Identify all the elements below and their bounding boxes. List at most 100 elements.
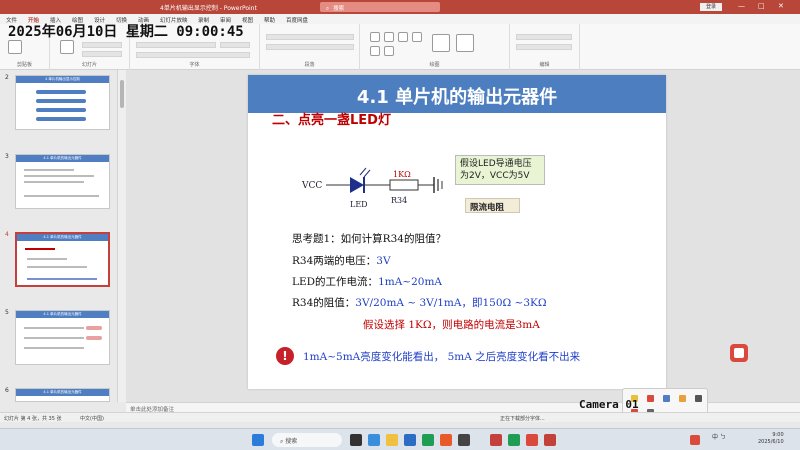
mail-icon[interactable] bbox=[404, 434, 416, 446]
thumb-item bbox=[86, 326, 102, 330]
quick-styles-button[interactable] bbox=[456, 34, 474, 52]
taskbar-search[interactable]: ⌕ 搜索 bbox=[272, 433, 342, 447]
tab-baidu[interactable]: 百度网盘 bbox=[286, 16, 308, 24]
thumbnail-slide-2[interactable]: 4 单片机输出显示控制 bbox=[15, 75, 110, 130]
thumb-number: 4 bbox=[5, 231, 9, 238]
current-prefix: LED的工作电流： bbox=[292, 276, 379, 288]
tray-app-icon[interactable] bbox=[690, 435, 700, 445]
warning-text: 1mA~5mA亮度变化能看出， 5mA 之后亮度变化看不出来 bbox=[303, 351, 581, 363]
app-icon[interactable] bbox=[544, 434, 556, 446]
close-button[interactable]: ✕ bbox=[778, 2, 784, 10]
thumb-line bbox=[24, 195, 99, 197]
thumb-line bbox=[24, 327, 84, 329]
current-line: LED的工作电流：1mA~20mA bbox=[292, 274, 442, 289]
paste-button[interactable] bbox=[8, 40, 22, 54]
voltage-prefix: R34两端的电压： bbox=[292, 255, 377, 267]
resistor-name: R34 bbox=[391, 196, 407, 205]
thumb-title: 4 单片机输出显示控制 bbox=[16, 76, 109, 83]
section-button[interactable] bbox=[82, 51, 122, 57]
group-label: 字体 bbox=[189, 62, 200, 68]
find-button[interactable] bbox=[516, 34, 572, 40]
voltage-value: 3V bbox=[376, 255, 391, 267]
resistor-value: 1KΩ bbox=[393, 170, 411, 179]
app-icon[interactable] bbox=[458, 434, 470, 446]
thumb-number: 6 bbox=[5, 387, 9, 394]
task-view-icon[interactable] bbox=[350, 434, 362, 446]
minimize-button[interactable]: — bbox=[738, 2, 745, 10]
thumb-line bbox=[24, 175, 94, 177]
thumb-line bbox=[27, 266, 87, 268]
group-label: 绘图 bbox=[429, 62, 440, 68]
arrange-button[interactable] bbox=[432, 34, 450, 52]
warning-icon: ! bbox=[276, 347, 294, 365]
led-label: LED bbox=[350, 200, 368, 209]
title-bar: 4单片机输出显示控制 - PowerPoint ⌕ 搜索 登录 — □ ✕ bbox=[0, 0, 800, 14]
tab-help[interactable]: 帮助 bbox=[264, 16, 275, 24]
thumb-title: 4.1 单片机的输出元器件 bbox=[16, 389, 109, 396]
slide-subtitle: 二、点亮一盏LED灯 bbox=[272, 113, 391, 128]
group-label: 剪贴板 bbox=[16, 62, 32, 68]
start-icon[interactable] bbox=[252, 434, 264, 446]
replace-button[interactable] bbox=[516, 44, 572, 50]
drawing-group: 绘图 bbox=[360, 24, 510, 70]
tray-clock[interactable]: 9:00 2025/6/10 bbox=[758, 432, 784, 446]
explorer-icon[interactable] bbox=[386, 434, 398, 446]
app-icon[interactable] bbox=[508, 434, 520, 446]
toolbar-icon[interactable] bbox=[695, 395, 702, 402]
shape-star-icon[interactable] bbox=[384, 46, 394, 56]
toolbar-icon[interactable] bbox=[679, 395, 686, 402]
app-icon[interactable] bbox=[526, 434, 538, 446]
voltage-line: R34两端的电压：3V bbox=[292, 253, 391, 268]
taskbar-search-label: 搜索 bbox=[285, 438, 298, 445]
thumb-line bbox=[24, 347, 84, 349]
powerpoint-icon[interactable] bbox=[490, 434, 502, 446]
shape-rect-icon[interactable] bbox=[370, 32, 380, 42]
search-box[interactable]: ⌕ 搜索 bbox=[320, 2, 440, 12]
status-bar: 幻灯片 第 4 张，共 35 张 中文(中国) 正在下载部分字体... bbox=[0, 412, 800, 422]
font-format-buttons[interactable] bbox=[136, 52, 250, 58]
datetime-overlay: 2025年06月10日 星期二 09:00:45 bbox=[8, 24, 244, 40]
tray-ime[interactable]: 中 ㄅ bbox=[712, 432, 726, 441]
shape-oval-icon[interactable] bbox=[398, 32, 408, 42]
toolbar-icon[interactable] bbox=[647, 395, 654, 402]
thumbnail-slide-6[interactable]: 4.1 单片机的输出元器件 bbox=[15, 388, 110, 402]
font-size-select[interactable] bbox=[220, 42, 250, 48]
thumb-number: 2 bbox=[5, 74, 9, 81]
toolbar-icon[interactable] bbox=[663, 395, 670, 402]
shape-arrow-icon[interactable] bbox=[412, 32, 422, 42]
app-icon[interactable] bbox=[440, 434, 452, 446]
thumb-line bbox=[27, 278, 97, 280]
group-label: 段落 bbox=[304, 62, 315, 68]
maximize-button[interactable]: □ bbox=[758, 2, 765, 10]
search-placeholder: 搜索 bbox=[333, 6, 345, 12]
thumbnail-slide-3[interactable]: 4.1 单片机的输出元器件 bbox=[15, 154, 110, 209]
align-buttons[interactable] bbox=[266, 44, 354, 50]
slide-count: 幻灯片 第 4 张，共 35 张 bbox=[4, 416, 62, 422]
question-text: 思考题1：如何计算R34的阻值？ bbox=[292, 233, 446, 245]
taskbar: ⌕ 搜索 中 ㄅ 9:00 2025/6/10 bbox=[0, 428, 800, 450]
new-slide-button[interactable] bbox=[60, 40, 74, 54]
resistor-symbol bbox=[389, 179, 419, 191]
resistance-line: R34的阻值：3V/20mA ~ 3V/1mA，即150Ω ~3KΩ bbox=[292, 295, 547, 310]
thumb-item bbox=[36, 99, 86, 103]
font-name-select[interactable] bbox=[136, 42, 216, 48]
shape-line-icon[interactable] bbox=[384, 32, 394, 42]
thumbnail-slide-5[interactable]: 4.1 单片机的输出元器件 bbox=[15, 310, 110, 365]
floating-app-icon[interactable] bbox=[730, 344, 748, 362]
shape-triangle-icon[interactable] bbox=[370, 46, 380, 56]
language-status[interactable]: 中文(中国) bbox=[80, 415, 104, 422]
login-button[interactable]: 登录 bbox=[700, 3, 722, 11]
thumb-line bbox=[24, 181, 84, 183]
app-icon[interactable] bbox=[422, 434, 434, 446]
current-slide[interactable]: 4.1 单片机的输出元器件 二、点亮一盏LED灯 VCC LED 1KΩ R34… bbox=[248, 75, 666, 389]
thumbnail-scrollbar[interactable] bbox=[118, 70, 126, 402]
edge-icon[interactable] bbox=[368, 434, 380, 446]
layout-button[interactable] bbox=[82, 42, 122, 48]
thumb-number: 3 bbox=[5, 153, 9, 160]
thumb-title: 4.1 单片机的输出元器件 bbox=[16, 155, 109, 162]
scrollbar-thumb[interactable] bbox=[120, 80, 124, 108]
list-buttons[interactable] bbox=[266, 34, 354, 40]
camera-label: Camera 01 bbox=[579, 398, 639, 411]
thumb-line bbox=[25, 248, 55, 250]
thumbnail-slide-4[interactable]: 4.1 单片机的输出元器件 bbox=[15, 232, 110, 287]
